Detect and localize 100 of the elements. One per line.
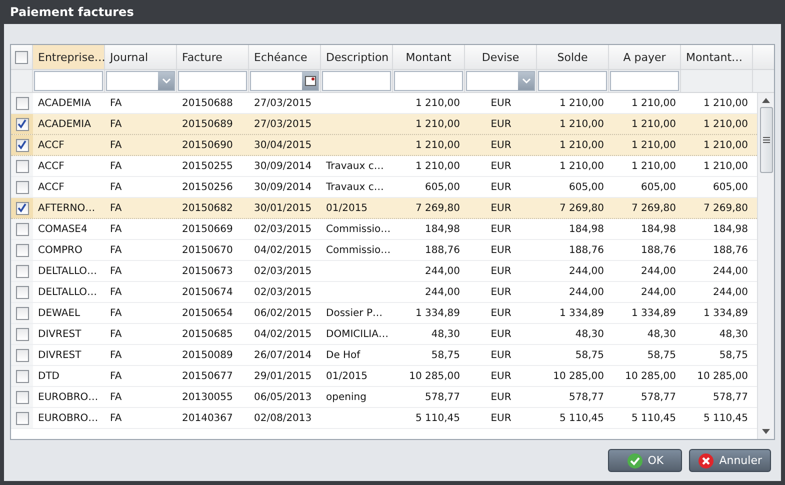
filter-field[interactable] xyxy=(610,71,679,91)
table-cell-text: FA xyxy=(109,306,123,320)
table-cell-text: 188,76 xyxy=(712,244,749,258)
filter-field[interactable] xyxy=(322,71,391,91)
date-field[interactable] xyxy=(250,71,319,91)
column-header[interactable]: Description xyxy=(321,45,393,69)
column-header[interactable]: Facture xyxy=(177,45,249,69)
filter-field[interactable] xyxy=(34,71,103,91)
table-cell-text: 06/02/2015 xyxy=(253,306,313,320)
table-cell-text: 1 210,00 xyxy=(414,118,461,132)
checkbox[interactable] xyxy=(16,286,28,298)
checkbox[interactable] xyxy=(16,222,28,236)
column-header[interactable]: Echéance xyxy=(249,45,321,69)
table-cell-text: FA xyxy=(109,160,123,174)
column-header[interactable]: Devise xyxy=(465,45,537,69)
table-cell-text: AFTERNO… xyxy=(37,202,96,216)
table-cell-text: 20150688 xyxy=(181,96,234,110)
checkbox[interactable] xyxy=(16,180,28,194)
table-cell-text: 20150690 xyxy=(181,138,234,152)
table-cell-text: FA xyxy=(109,328,123,342)
table-cell-text: 48,30 xyxy=(646,328,677,342)
table-cell-text: 58,75 xyxy=(430,348,461,362)
checkbox[interactable] xyxy=(16,390,28,404)
table-cell-text: 26/07/2014 xyxy=(253,348,313,362)
table-cell-text: FA xyxy=(109,118,123,132)
table-cell-text: FA xyxy=(109,348,123,362)
ok-button[interactable]: OK xyxy=(608,449,682,472)
chevron-down-icon xyxy=(162,78,170,84)
column-header[interactable]: Montant… xyxy=(681,45,753,69)
table-cell-text: ACADEMIA xyxy=(37,96,92,110)
filter-field[interactable] xyxy=(538,71,607,91)
table-cell-text: ACADEMIA xyxy=(37,118,92,132)
checkbox[interactable] xyxy=(16,118,28,130)
table-cell-text: DELTALLO… xyxy=(37,286,98,300)
cancel-button[interactable]: Annuler xyxy=(689,449,771,472)
table-cell-text: EUR xyxy=(490,138,512,152)
table-cell-text: 1 210,00 xyxy=(414,96,461,110)
table-cell-text: COMASE4 xyxy=(37,222,88,236)
table-cell-text: 20150255 xyxy=(181,160,234,174)
checkbox[interactable] xyxy=(16,202,28,214)
table-cell-text: 188,76 xyxy=(568,244,605,258)
table-cell-text: 1 210,00 xyxy=(630,160,677,174)
column-header[interactable]: Montant xyxy=(393,45,465,69)
table-cell-text: 29/01/2015 xyxy=(253,370,313,384)
checkbox[interactable] xyxy=(16,138,28,152)
filter-dropdown[interactable] xyxy=(106,71,175,91)
table-cell-text: De Hof xyxy=(325,348,362,362)
table-cell-text: 10 285,00 xyxy=(552,370,605,384)
column-header[interactable]: A payer xyxy=(609,45,681,69)
checkbox[interactable] xyxy=(16,328,28,340)
table-cell-text: 184,98 xyxy=(568,222,605,236)
table-cell-text: 605,00 xyxy=(568,180,605,194)
table-cell-text: 1 210,00 xyxy=(558,160,605,174)
checkbox[interactable] xyxy=(16,348,28,362)
table-cell-text: 30/01/2015 xyxy=(253,202,313,216)
checkbox[interactable] xyxy=(16,370,28,382)
table-cell-text: EUROBRO… xyxy=(37,390,100,404)
checkbox[interactable] xyxy=(16,96,28,110)
checkbox[interactable] xyxy=(16,264,28,278)
table-cell-text: EUR xyxy=(490,160,512,174)
checkbox[interactable] xyxy=(16,412,28,424)
table-cell-text: DIVREST xyxy=(37,328,82,342)
table-cell-text: 605,00 xyxy=(424,180,461,194)
table-cell-text: DEWAEL xyxy=(37,306,82,320)
checkbox[interactable] xyxy=(15,50,28,64)
filter-field[interactable] xyxy=(178,71,247,91)
table-cell-text: 244,00 xyxy=(568,264,605,278)
table-cell-text: 01/2015 xyxy=(325,202,369,216)
table-cell-text: FA xyxy=(109,412,123,426)
table-cell-text: DOMICILIA… xyxy=(325,328,390,342)
filter-field[interactable] xyxy=(394,71,463,91)
filter-dropdown[interactable] xyxy=(466,71,535,91)
checkbox[interactable] xyxy=(16,244,28,256)
scroll-down-icon[interactable] xyxy=(762,429,770,434)
scrollbar[interactable] xyxy=(757,93,774,439)
table-cell-text: Commissio… xyxy=(325,222,392,236)
table-cell-text: EUR xyxy=(490,412,512,426)
scroll-up-icon[interactable] xyxy=(762,98,770,103)
column-header[interactable]: Journal xyxy=(105,45,177,69)
column-header[interactable]: Solde xyxy=(537,45,609,69)
checkbox[interactable] xyxy=(16,306,28,320)
table-cell-text: EUROBRO… xyxy=(37,412,100,426)
table-cell-text: 244,00 xyxy=(712,264,749,278)
table-cell-text: DIVREST xyxy=(37,348,82,362)
table-cell-text: 30/09/2014 xyxy=(253,160,313,174)
table-cell-text: 1 210,00 xyxy=(414,160,461,174)
table-cell-text: 04/02/2015 xyxy=(253,244,313,258)
table-cell-text: FA xyxy=(109,264,123,278)
table-cell-text: 20150673 xyxy=(181,264,234,278)
table-cell-text: 20150256 xyxy=(181,180,234,194)
table-cell-text: 10 285,00 xyxy=(408,370,461,384)
table-cell-text: 48,30 xyxy=(718,328,749,342)
table-cell-text: FA xyxy=(109,244,123,258)
table-cell-text: 04/02/2015 xyxy=(253,328,313,342)
checkbox[interactable] xyxy=(16,160,28,172)
table-cell-text: 244,00 xyxy=(640,264,677,278)
column-header[interactable]: Entreprise… xyxy=(33,45,105,69)
table-cell-text: 20150685 xyxy=(181,328,234,342)
table-cell-text: EUR xyxy=(490,370,512,384)
table-cell-text: 30/04/2015 xyxy=(253,138,313,152)
